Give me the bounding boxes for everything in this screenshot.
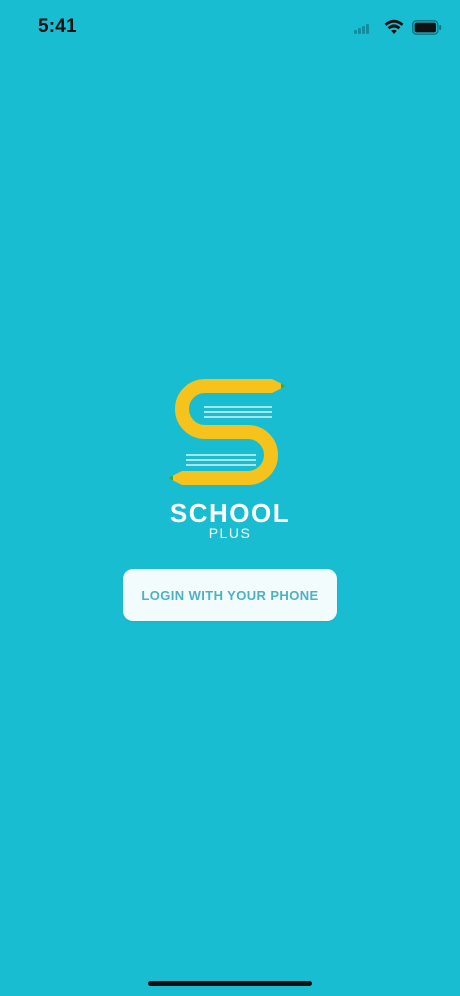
status-icons — [354, 16, 442, 38]
pencil-s-logo-icon — [168, 379, 286, 485]
home-indicator[interactable] — [148, 981, 312, 986]
wifi-icon — [384, 19, 404, 34]
cellular-signal-icon — [354, 20, 376, 34]
login-button-label: LOGIN WITH YOUR PHONE — [141, 587, 319, 603]
status-bar: 5:41 — [0, 0, 460, 56]
status-time: 5:41 — [38, 16, 77, 37]
battery-icon — [412, 19, 442, 35]
login-with-phone-button[interactable]: LOGIN WITH YOUR PHONE — [123, 569, 337, 621]
brand-subtitle: PLUS — [208, 525, 252, 541]
